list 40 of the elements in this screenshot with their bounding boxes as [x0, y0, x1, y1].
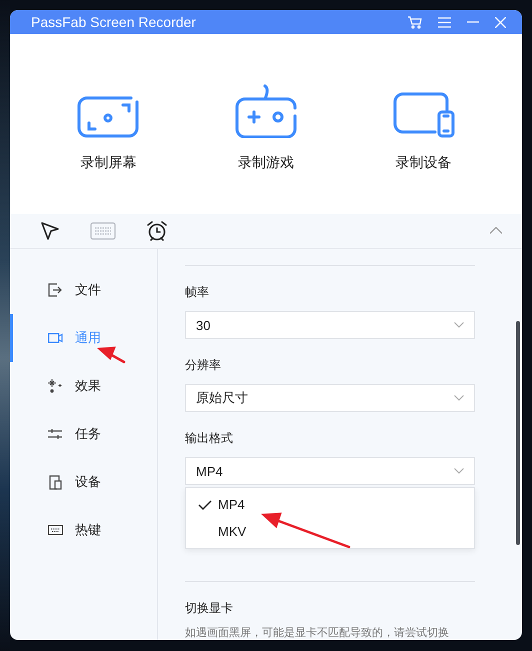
device-icon: [48, 474, 62, 490]
gamepad-icon: [234, 84, 298, 138]
dropdown-option[interactable]: MP4: [186, 491, 474, 518]
sidebar-item[interactable]: 热键: [10, 506, 157, 554]
chevron-down-icon: [454, 468, 464, 474]
sidebar-item[interactable]: 文件: [10, 266, 157, 314]
dropdown-option[interactable]: MKV: [186, 518, 474, 545]
device-icon: [392, 92, 455, 138]
description-text: 如遇画面黑屏，可能是显卡不匹配导致的，请尝试切换: [185, 626, 450, 640]
select-field[interactable]: 30: [185, 311, 475, 339]
cursor-icon[interactable]: [40, 220, 60, 241]
collapse-button[interactable]: [490, 227, 502, 234]
record-mode-button[interactable]: 录制游戏: [234, 84, 298, 172]
close-icon: [495, 16, 506, 28]
record-mode-button[interactable]: 录制屏幕: [77, 96, 140, 172]
sliders-icon: [48, 428, 62, 440]
menu-icon: [438, 16, 451, 28]
record-mode-button[interactable]: 录制设备: [392, 92, 455, 172]
chevron-down-icon: [454, 395, 464, 401]
scrollbar-thumb[interactable]: [516, 321, 520, 545]
annotation-arrow: [96, 346, 126, 364]
sparkle-icon: [47, 379, 63, 393]
cart-icon: [408, 16, 422, 28]
select-field[interactable]: 原始尺寸: [185, 384, 475, 412]
sidebar-item[interactable]: 设备: [10, 458, 157, 506]
export-icon: [48, 283, 62, 297]
screen-record-icon: [77, 96, 140, 138]
section-title: 切换显卡: [185, 600, 234, 617]
setting-label: 帧率: [185, 284, 210, 301]
setting-label: 输出格式: [185, 430, 234, 447]
minimize-icon: [467, 21, 479, 23]
sidebar-item[interactable]: 效果: [10, 362, 157, 410]
video-camera-icon: [48, 333, 62, 343]
chevron-down-icon: [454, 322, 464, 328]
sidebar-item[interactable]: 任务: [10, 410, 157, 458]
window-title: PassFab Screen Recorder: [31, 14, 197, 30]
alarm-clock-icon[interactable]: [146, 220, 168, 242]
select-field[interactable]: MP4: [185, 457, 475, 485]
setting-label: 分辨率: [185, 357, 222, 374]
keyboard-icon: [48, 525, 62, 535]
